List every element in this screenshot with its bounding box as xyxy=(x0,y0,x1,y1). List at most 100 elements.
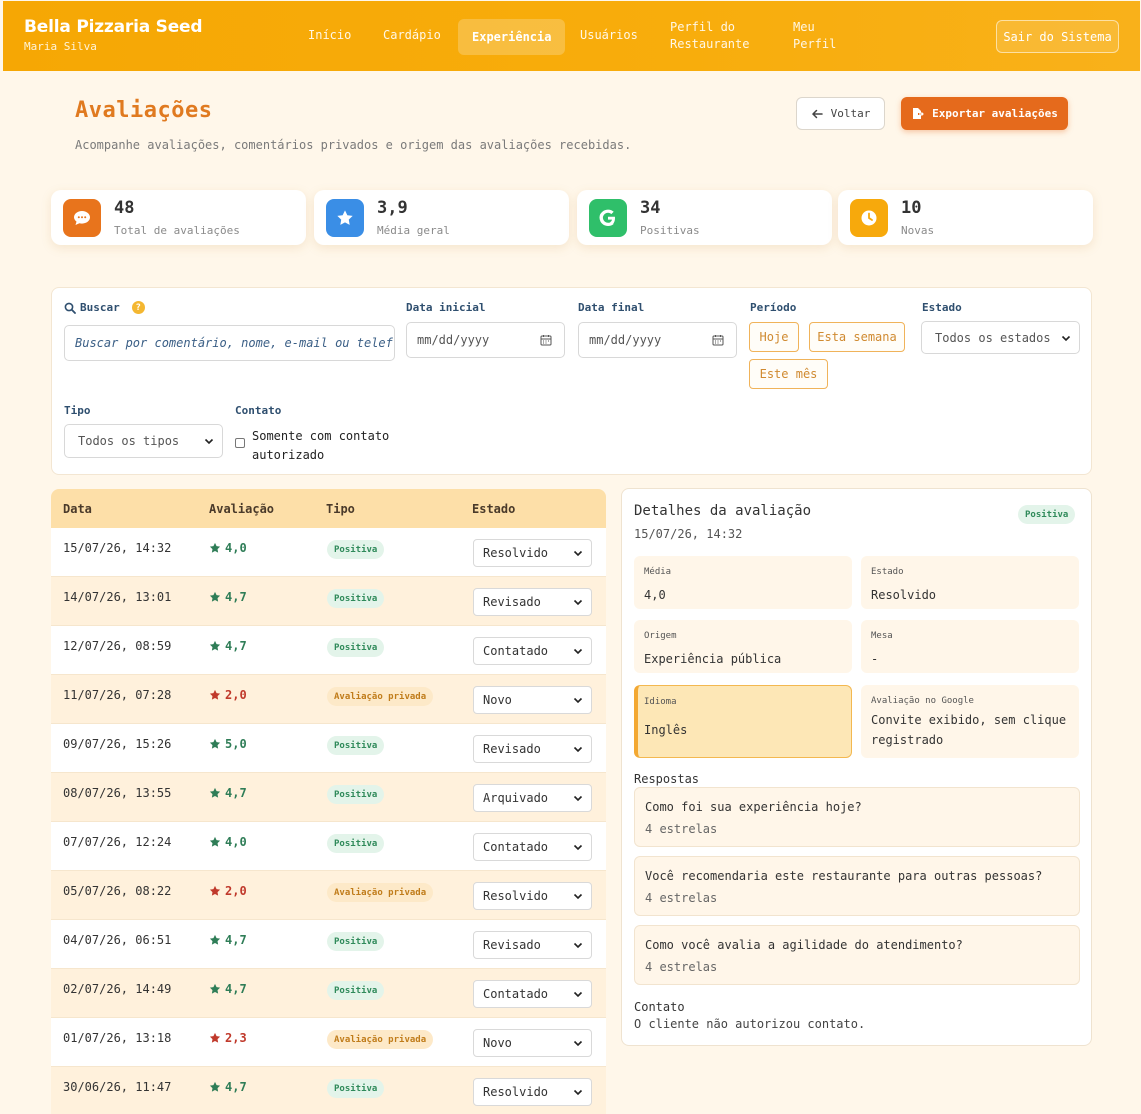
stat-positive-label: Positivas xyxy=(640,224,700,237)
info-estado-value: Resolvido xyxy=(871,588,937,602)
help-icon[interactable]: ? xyxy=(131,301,145,314)
contact-section-label: Contato xyxy=(634,1000,685,1014)
details-type-badge: Positiva xyxy=(1018,505,1076,524)
star-icon xyxy=(209,885,221,896)
row-state-select[interactable]: Resolvido xyxy=(473,882,592,910)
contact-checkbox[interactable] xyxy=(235,438,245,448)
nav-meu-perfil[interactable]: Meu Perfil xyxy=(793,19,836,53)
stat-total: 48 Total de avaliações xyxy=(51,190,306,245)
stat-new: 10 Novas xyxy=(838,190,1093,245)
period-month-button[interactable]: Este mês xyxy=(749,359,828,389)
stat-average: 3,9 Média geral xyxy=(314,190,569,245)
calendar-icon[interactable] xyxy=(540,334,552,346)
state-select[interactable]: Todos os estados xyxy=(921,321,1080,354)
type-select[interactable]: Todos os tipos xyxy=(64,424,223,458)
nav-experiencia[interactable]: Experiência xyxy=(458,19,566,55)
answer-item: Como foi sua experiência hoje? 4 estrela… xyxy=(634,787,1080,847)
nav-usuarios[interactable]: Usuários xyxy=(580,27,638,44)
start-date-input[interactable]: mm/dd/yyyy xyxy=(406,322,565,358)
star-icon xyxy=(209,787,221,798)
nav-inicio[interactable]: Início xyxy=(308,27,351,44)
review-details-panel: Detalhes da avaliação 15/07/26, 14:32 Po… xyxy=(621,488,1092,1046)
row-type-badge: Positiva xyxy=(327,932,385,951)
chevron-down-icon xyxy=(573,599,583,606)
export-button[interactable]: Exportar avaliações xyxy=(901,97,1068,130)
row-state-select[interactable]: Resolvido xyxy=(473,539,592,567)
table-row[interactable]: 05/07/26, 08:22 2,0 Avaliação privada Resol… xyxy=(51,871,606,920)
row-rating: 4,0 xyxy=(209,541,247,555)
calendar-icon[interactable] xyxy=(712,334,724,346)
nav-perfil-restaurante[interactable]: Perfil do Restaurante xyxy=(670,19,749,53)
row-state-select[interactable]: Revisado xyxy=(473,588,592,616)
star-icon xyxy=(209,934,221,945)
chat-icon xyxy=(63,199,101,237)
nav-cardapio[interactable]: Cardápio xyxy=(383,27,441,44)
end-date-input[interactable]: mm/dd/yyyy xyxy=(578,322,737,358)
row-state-select[interactable]: Resolvido xyxy=(473,1078,592,1106)
table-row[interactable]: 04/07/26, 06:51 4,7 Positiva Revisado xyxy=(51,920,606,969)
star-icon xyxy=(209,738,221,749)
row-state-select[interactable]: Contatado xyxy=(473,980,592,1008)
chevron-down-icon xyxy=(1061,335,1071,341)
info-estado-key: Estado xyxy=(871,567,904,577)
search-input[interactable]: Buscar por comentário, nome, e-mail ou t… xyxy=(64,325,395,361)
info-mesa: Mesa - xyxy=(861,620,1079,673)
chevron-down-icon xyxy=(573,1040,583,1047)
row-state-select[interactable]: Arquivado xyxy=(473,784,592,812)
table-row[interactable]: 14/07/26, 13:01 4,7 Positiva Revisado xyxy=(51,577,606,626)
row-rating-value: 2,0 xyxy=(225,688,247,702)
period-week-button[interactable]: Esta semana xyxy=(809,322,905,352)
brand-user: Maria Silva xyxy=(24,40,97,53)
stat-average-value: 3,9 xyxy=(377,198,408,218)
col-rating[interactable]: Avaliação xyxy=(209,502,274,516)
row-state-select[interactable]: Contatado xyxy=(473,637,592,665)
row-state-select[interactable]: Revisado xyxy=(473,931,592,959)
info-origem-value: Experiência pública xyxy=(644,652,782,666)
row-rating-value: 4,0 xyxy=(225,541,247,555)
table-row[interactable]: 07/07/26, 12:24 4,0 Positiva Contatado xyxy=(51,822,606,871)
back-button[interactable]: Voltar xyxy=(796,97,885,130)
end-date-label: Data final xyxy=(578,301,645,314)
stat-total-value: 48 xyxy=(114,198,135,218)
row-rating: 4,7 xyxy=(209,786,247,800)
table-row[interactable]: 02/07/26, 14:49 4,7 Positiva Contatado xyxy=(51,969,606,1018)
row-rating-value: 4,0 xyxy=(225,835,247,849)
row-type-badge: Positiva xyxy=(327,638,385,657)
row-state-select[interactable]: Revisado xyxy=(473,735,592,763)
chevron-down-icon xyxy=(573,795,583,802)
info-google-value-line2: registrado xyxy=(871,733,944,747)
logout-button[interactable]: Sair do Sistema xyxy=(996,20,1119,53)
end-date-placeholder: mm/dd/yyyy xyxy=(589,333,662,347)
table-row[interactable]: 09/07/26, 15:26 5,0 Positiva Revisado xyxy=(51,724,606,773)
page-subtitle: Acompanhe avaliações, comentários privad… xyxy=(75,138,632,152)
info-google-value: Convite exibido, sem clique registrado xyxy=(871,710,1066,750)
col-date[interactable]: Data xyxy=(63,502,92,516)
col-type[interactable]: Tipo xyxy=(326,502,355,516)
col-state[interactable]: Estado xyxy=(472,502,515,516)
table-row[interactable]: 08/07/26, 13:55 4,7 Positiva Arquivado xyxy=(51,773,606,822)
filters-panel: Buscar ? Buscar por comentário, nome, e-… xyxy=(51,287,1092,475)
row-state-select[interactable]: Novo xyxy=(473,1029,592,1057)
stat-total-label: Total de avaliações xyxy=(114,224,240,237)
table-row[interactable]: 15/07/26, 14:32 4,0 Positiva Resolvido xyxy=(51,528,606,577)
row-date: 02/07/26, 14:49 xyxy=(63,982,172,996)
table-row[interactable]: 12/07/26, 08:59 4,7 Positiva Contatado xyxy=(51,626,606,675)
row-date: 14/07/26, 13:01 xyxy=(63,590,172,604)
nav-perfil-restaurante-line1: Perfil do xyxy=(670,20,736,34)
nav-meu-perfil-line2: Perfil xyxy=(793,37,837,51)
row-rating: 2,0 xyxy=(209,688,247,702)
info-mesa-value: - xyxy=(871,652,879,666)
star-icon xyxy=(326,199,364,237)
chevron-down-icon xyxy=(573,991,583,998)
table-row[interactable]: 30/06/26, 11:47 4,7 Positiva Resolvido xyxy=(51,1067,606,1114)
row-rating: 2,3 xyxy=(209,1031,247,1045)
row-state-select[interactable]: Novo xyxy=(473,686,592,714)
info-google-key: Avaliação no Google xyxy=(871,696,974,706)
table-row[interactable]: 11/07/26, 07:28 2,0 Avaliação privada Novo xyxy=(51,675,606,724)
period-today-button[interactable]: Hoje xyxy=(749,322,799,352)
row-state-value: Resolvido xyxy=(483,546,549,560)
row-date: 12/07/26, 08:59 xyxy=(63,639,172,653)
row-rating: 4,7 xyxy=(209,590,247,604)
table-row[interactable]: 01/07/26, 13:18 2,3 Avaliação privada Novo xyxy=(51,1018,606,1067)
row-state-select[interactable]: Contatado xyxy=(473,833,592,861)
